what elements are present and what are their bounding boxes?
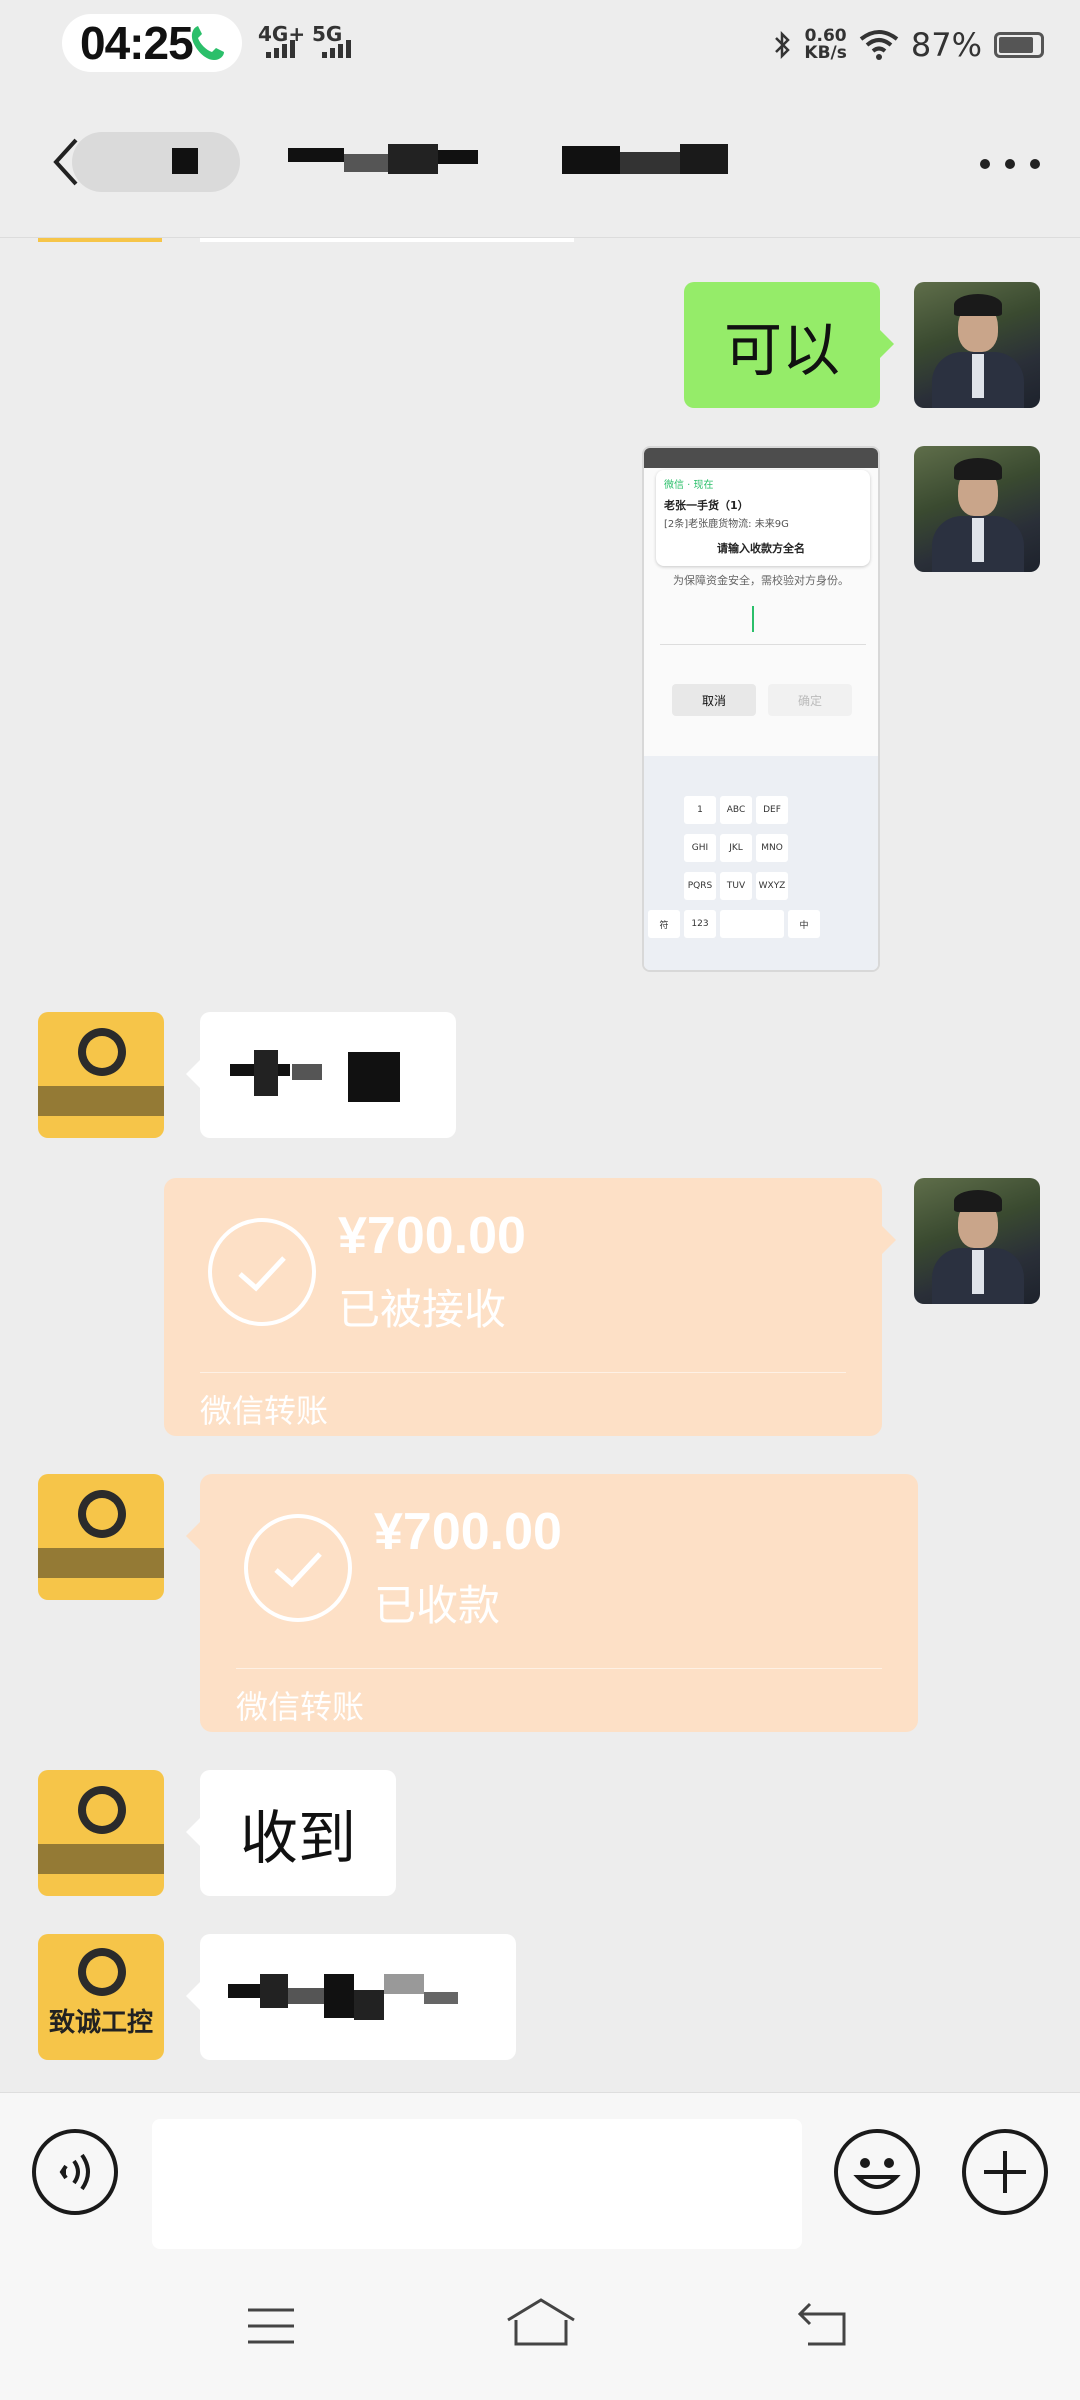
key: TUV <box>720 872 752 900</box>
key: DEF <box>756 796 788 824</box>
avatar-other[interactable] <box>38 1770 164 1896</box>
partial-avatar-edge <box>38 238 162 242</box>
check-circle-icon <box>244 1514 352 1622</box>
signal-icon-2 <box>322 40 351 58</box>
screenshot-keyboard: 1 ABC DEF GHI JKL MNO PQRS TUV WXYZ 符 12… <box>644 756 878 970</box>
message-image-screenshot[interactable]: 微信 · 现在 老张一手货（1） [2条]老张鹿货物流: 未来9G 请输入收款方… <box>642 446 880 972</box>
check-circle-icon <box>208 1218 316 1326</box>
message-input[interactable] <box>152 2119 802 2249</box>
dialog-hint: 为保障资金安全，需校验对方身份。 <box>673 574 849 587</box>
transfer-status: 已收款 <box>374 1581 501 1630</box>
plus-icon[interactable] <box>962 2129 1048 2215</box>
speed-unit: KB/s <box>804 43 847 63</box>
redacted-title-2 <box>562 140 728 184</box>
phone-call-icon <box>191 26 224 60</box>
key: 中 <box>788 910 820 938</box>
dialog-title: 请输入收款方全名 <box>717 542 805 555</box>
voice-icon[interactable] <box>32 2129 118 2215</box>
message-bubble-text[interactable]: 可以 <box>684 282 894 408</box>
avatar-other[interactable] <box>38 1012 164 1138</box>
key: GHI <box>684 834 716 862</box>
transfer-card-sent[interactable]: ¥700.00 已被接收 微信转账 <box>164 1178 896 1436</box>
notif-app: 微信 · 现在 <box>664 480 714 491</box>
transfer-amount: ¥700.00 <box>374 1503 562 1561</box>
key: JKL <box>720 834 752 862</box>
more-dots-icon[interactable] <box>980 144 1040 184</box>
status-right: 0.60 KB/s 87% <box>772 20 1044 70</box>
key: MNO <box>756 834 788 862</box>
screenshot-status-strip <box>644 448 878 468</box>
status-bar: 04:25 4G+ 5G 0.60 KB/s 87% <box>0 0 1080 88</box>
signal-icon <box>266 40 295 58</box>
transfer-label: 微信转账 <box>236 1688 365 1726</box>
message-bubble-redacted[interactable] <box>186 1012 456 1138</box>
battery-percent: 87% <box>910 26 982 64</box>
transfer-label: 微信转账 <box>200 1392 329 1430</box>
avatar-me[interactable] <box>914 446 1040 572</box>
key-space <box>720 910 784 938</box>
key: ABC <box>720 796 752 824</box>
avatar-other[interactable] <box>38 1474 164 1600</box>
key: 符 <box>648 910 680 938</box>
wifi-icon <box>859 30 899 60</box>
key: PQRS <box>684 872 716 900</box>
transfer-status: 已被接收 <box>338 1285 507 1334</box>
avatar-brand-text: 致诚工控 <box>48 2008 153 2038</box>
transfer-divider <box>236 1668 882 1669</box>
dialog-confirm: 确定 <box>768 684 852 716</box>
avatar-me[interactable] <box>914 1178 1040 1304</box>
status-time: 04:25 <box>80 17 194 69</box>
key: 1 <box>684 796 716 824</box>
message-bubble-redacted[interactable] <box>186 1934 516 2060</box>
chat-input-bar <box>0 2092 1080 2256</box>
transfer-card-received[interactable]: ¥700.00 已收款 微信转账 <box>186 1474 918 1732</box>
notif-body: [2条]老张鹿货物流: 未来9G <box>664 519 789 530</box>
redacted-title-1 <box>288 140 506 184</box>
chat-header <box>0 88 1080 238</box>
transfer-divider <box>200 1372 846 1373</box>
network-speed: 0.60 KB/s <box>804 28 846 62</box>
notif-title: 老张一手货（1） <box>664 499 749 512</box>
partial-bubble-edge <box>200 238 574 242</box>
system-nav-bar <box>0 2256 1080 2400</box>
text-cursor <box>752 606 754 632</box>
dialog-cancel: 取消 <box>672 684 756 716</box>
redacted-contact-name <box>72 132 240 192</box>
input-underline <box>660 644 866 645</box>
time-pill: 04:25 <box>62 14 242 72</box>
transfer-amount: ¥700.00 <box>338 1207 526 1265</box>
avatar-me[interactable] <box>914 282 1040 408</box>
avatar-other[interactable]: 致诚工控 <box>38 1934 164 2060</box>
battery-icon <box>994 32 1044 58</box>
home-icon[interactable] <box>504 2296 578 2348</box>
message-bubble-text[interactable]: 收到 <box>186 1770 396 1896</box>
emoji-icon[interactable] <box>834 2129 920 2215</box>
bluetooth-icon <box>775 30 791 60</box>
menu-icon[interactable] <box>244 2304 298 2348</box>
key: WXYZ <box>756 872 788 900</box>
back-icon[interactable] <box>796 2300 850 2348</box>
key: 123 <box>684 910 716 938</box>
